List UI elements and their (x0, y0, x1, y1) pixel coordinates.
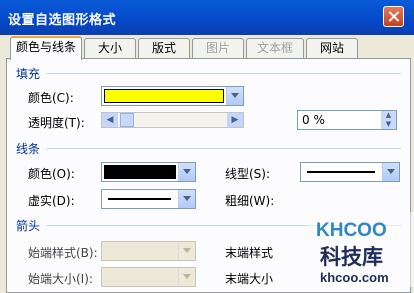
line-color-label: 颜色(O): (28, 167, 75, 181)
fill-color-swatch (104, 89, 224, 103)
khcoo-watermark-logo: KHCOO 科技库 khcoo.com (306, 212, 414, 287)
chevron-down-icon[interactable] (178, 242, 195, 260)
title-bar: 设置自选图形格式 (0, 0, 414, 35)
dash-preview (108, 198, 171, 200)
weight-label: 粗细(W): (225, 194, 275, 208)
line-color-dropdown[interactable] (101, 162, 196, 182)
dialog-title: 设置自选图形格式 (8, 13, 117, 28)
begin-style-label: 始端样式(B): (28, 246, 98, 260)
chevron-down-icon[interactable] (226, 87, 243, 105)
fill-section-label: 填充 (16, 67, 41, 81)
transparency-value: 0 % (302, 113, 325, 127)
fill-color-dropdown[interactable] (101, 86, 244, 106)
fill-divider (46, 73, 401, 74)
tab-layout[interactable]: 版式 (138, 38, 190, 58)
end-style-label: 末端样式 (225, 246, 274, 260)
dash-dropdown[interactable] (101, 189, 196, 209)
scroll-left-icon[interactable]: ◀ (102, 113, 118, 127)
scroll-right-icon[interactable]: ▶ (227, 113, 243, 127)
transparency-label: 透明度(T): (28, 116, 85, 130)
spinner-icon[interactable]: ▲ ▼ (381, 111, 396, 129)
begin-style-dropdown[interactable] (101, 241, 196, 261)
chevron-down-icon[interactable] (382, 163, 399, 181)
chevron-down-icon[interactable] (178, 163, 195, 181)
watermark-brand: KHCOO (316, 220, 387, 241)
tab-textbox[interactable]: 文本框 (246, 38, 304, 58)
slider-thumb[interactable] (120, 113, 134, 127)
line-style-dropdown[interactable] (300, 162, 400, 182)
tab-color-and-lines[interactable]: 颜色与线条 (10, 36, 82, 60)
line-style-preview (307, 171, 375, 173)
tab-size[interactable]: 大小 (84, 38, 136, 58)
close-button[interactable] (383, 6, 404, 27)
arrows-section-label: 箭头 (16, 219, 41, 233)
line-section-label: 线条 (16, 142, 41, 156)
end-size-label: 末端大小 (225, 272, 274, 286)
transparency-slider[interactable]: ◀ ▶ (101, 112, 244, 128)
chevron-down-icon[interactable] (178, 268, 195, 286)
line-style-label: 线型(S): (225, 167, 271, 181)
tab-web[interactable]: 网站 (306, 38, 358, 58)
transparency-input[interactable]: 0 % ▲ ▼ (297, 110, 397, 130)
chevron-down-icon[interactable] (178, 190, 195, 208)
line-color-swatch (104, 165, 176, 179)
fill-color-label: 颜色(C): (28, 91, 74, 105)
tab-picture[interactable]: 图片 (192, 38, 244, 58)
begin-size-dropdown[interactable] (101, 267, 196, 287)
dash-label: 虚实(D): (28, 194, 75, 208)
begin-size-label: 始端大小(I): (28, 272, 93, 286)
line-divider (46, 148, 401, 149)
watermark-name: 科技库 (320, 245, 383, 269)
watermark-domain: khcoo.com (320, 270, 389, 285)
